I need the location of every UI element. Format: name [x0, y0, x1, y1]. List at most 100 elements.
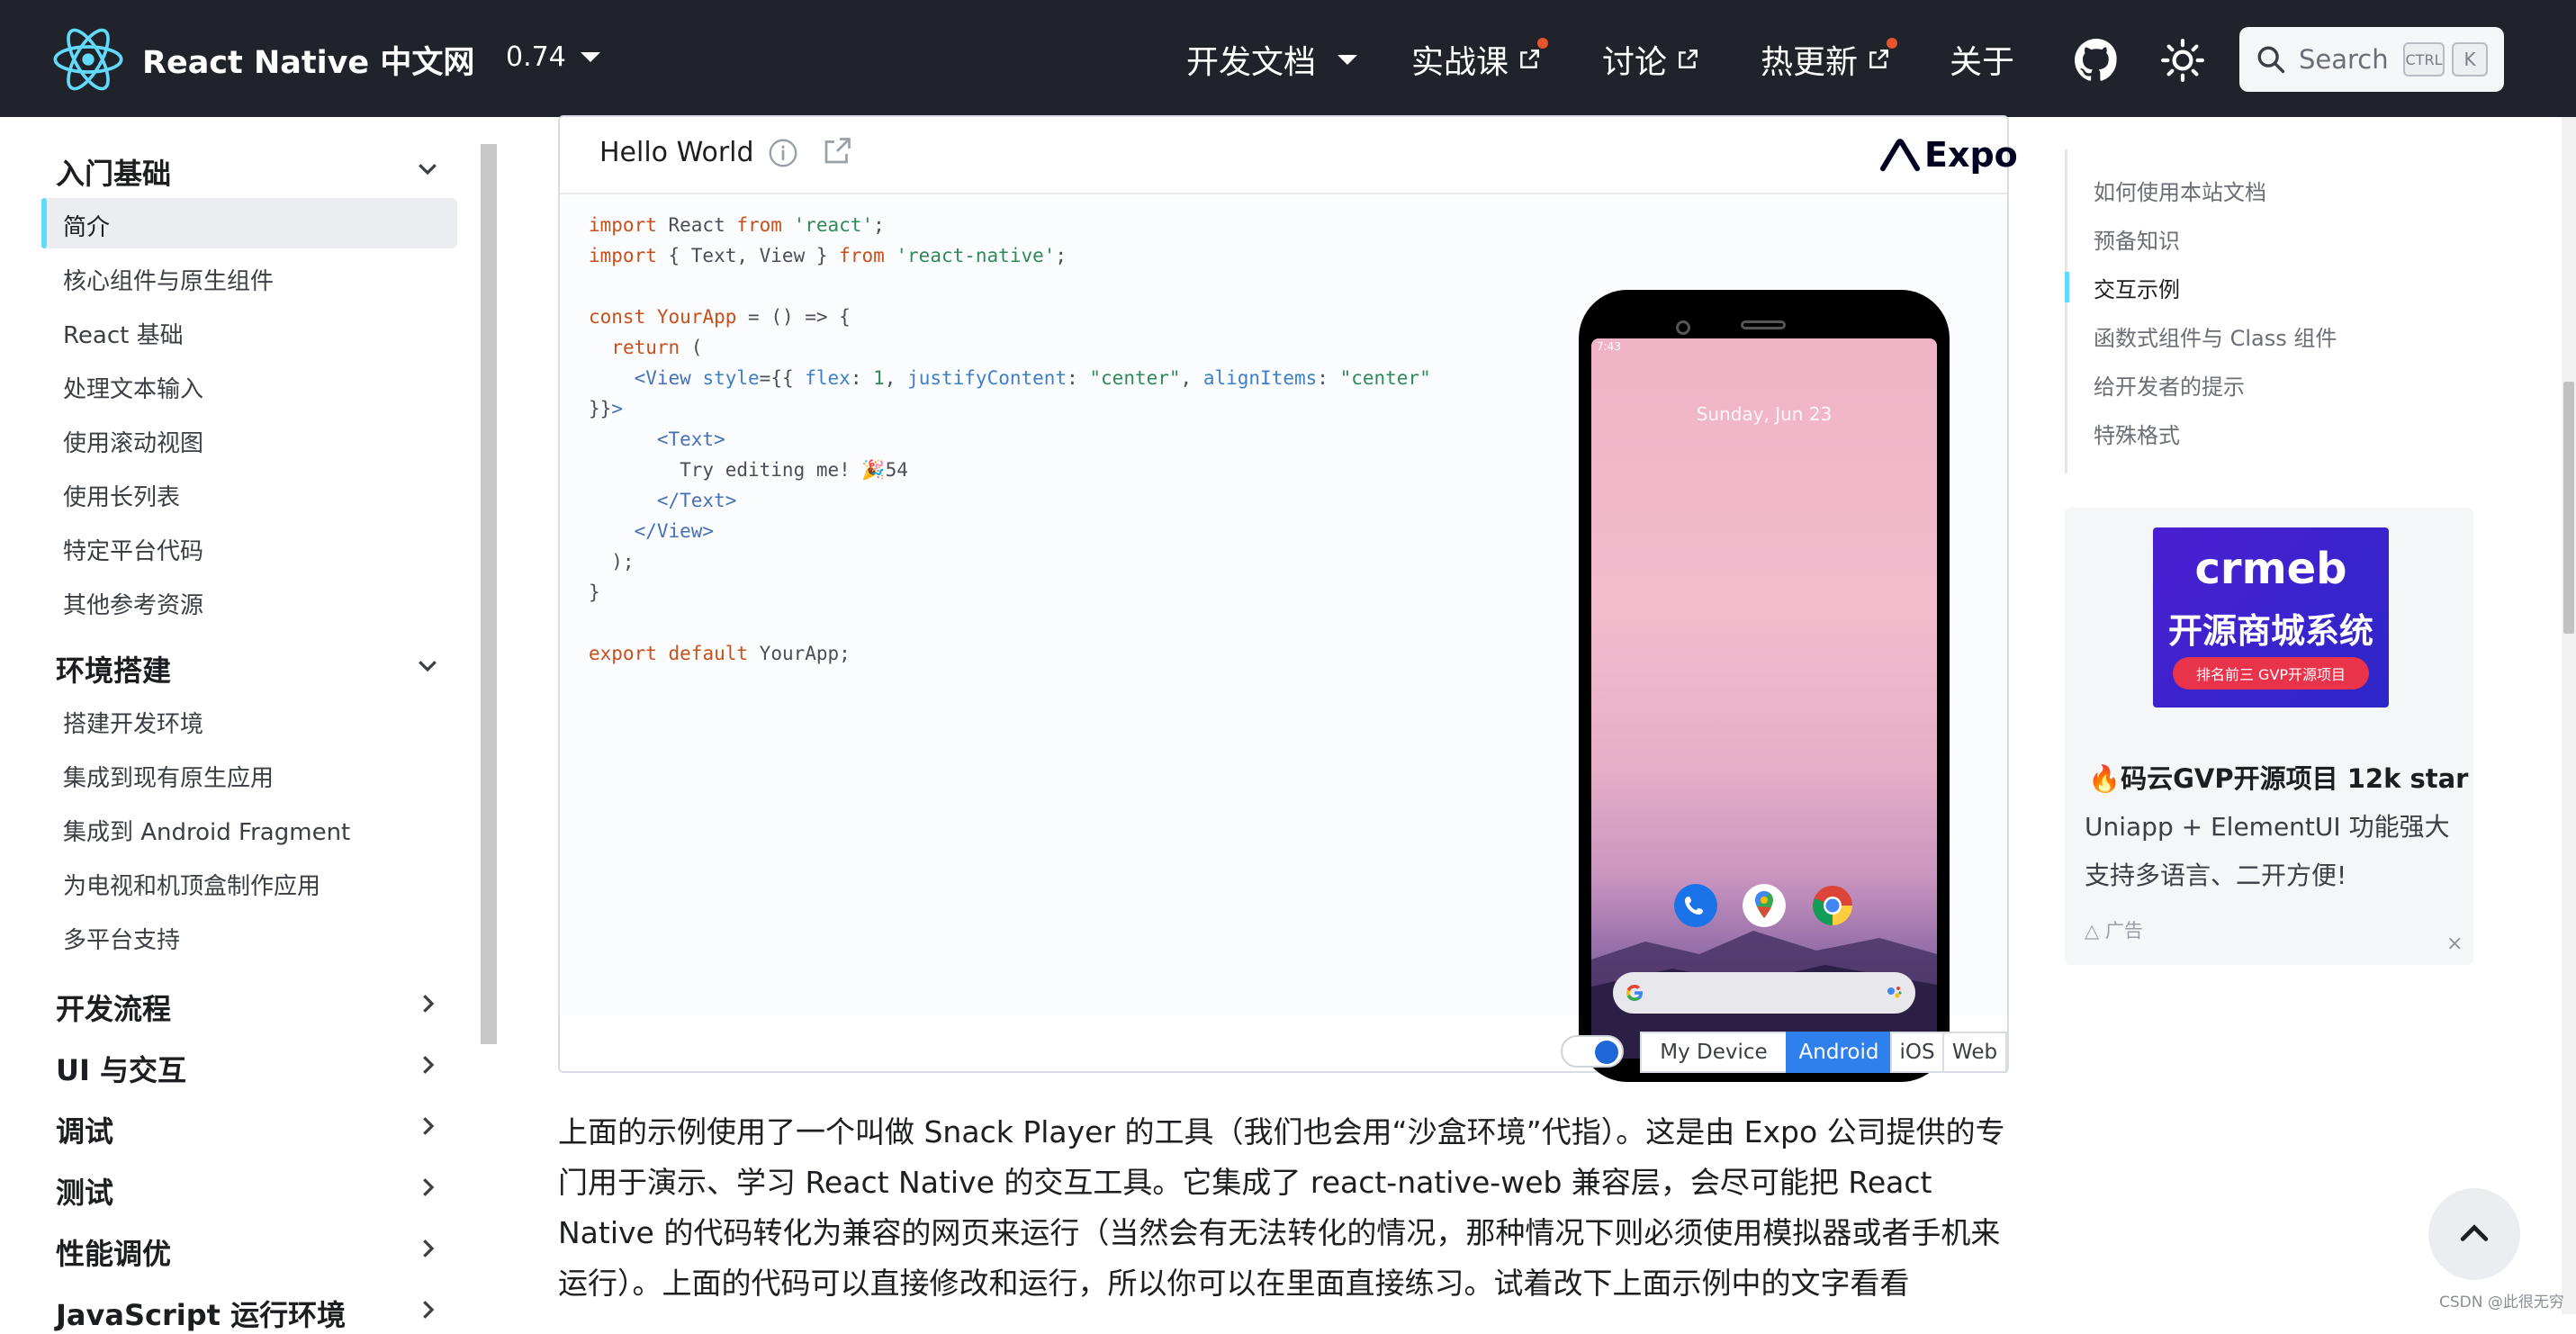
sidebar-section-js-runtime[interactable]: JavaScript 运行环境 [56, 1293, 346, 1334]
code-line: <View style={{ flex: 1, justifyContent: … [634, 367, 1431, 389]
ad-logo: crmeb [2194, 544, 2347, 594]
version-dropdown[interactable]: 0.74 [506, 41, 600, 73]
chevron-right-icon[interactable] [414, 1235, 441, 1262]
toc-item-active[interactable]: 交互示例 [2094, 272, 2180, 303]
nav-docs-dropdown[interactable]: 开发文档 [1186, 36, 1358, 83]
expo-logo[interactable]: Expo [1879, 133, 2018, 176]
info-icon[interactable] [767, 137, 799, 169]
sidebar-item[interactable]: 处理文本输入 [63, 371, 203, 404]
page-scrollbar-thumb[interactable] [2563, 382, 2574, 634]
search-button[interactable]: Search CTRL K [2239, 27, 2504, 92]
nav-hotupdate-link[interactable]: 热更新 [1761, 36, 1890, 83]
toc-rail [2065, 149, 2067, 473]
sidebar-item[interactable]: 核心组件与原生组件 [63, 263, 274, 296]
code-line: Try editing me! 🎉54 [589, 459, 908, 481]
github-icon[interactable] [2074, 38, 2119, 83]
speaker-icon [1741, 320, 1786, 329]
chevron-right-icon[interactable] [414, 1051, 441, 1078]
chevron-right-icon[interactable] [414, 990, 441, 1017]
sidebar-section-basics[interactable]: 入门基础 [56, 151, 171, 193]
snack-player: Hello World Expo import React from 'reac… [558, 115, 2018, 1082]
sidebar-item[interactable]: 搭建开发环境 [63, 706, 203, 739]
nav-discuss-link[interactable]: 讨论 [1602, 36, 1699, 83]
watermark: CSDN @此很无穷 [2439, 1293, 2564, 1311]
external-link-icon [1869, 50, 1888, 68]
kbd-k: K [2452, 42, 2488, 77]
lock-screen-date: Sunday, Jun 23 [1696, 403, 1833, 425]
nav-course-link[interactable]: 实战课 [1411, 36, 1541, 83]
chevron-right-icon[interactable] [414, 1174, 441, 1201]
sun-icon[interactable] [2160, 38, 2205, 83]
page-scrollbar-track[interactable] [2562, 117, 2576, 1314]
chevron-right-icon[interactable] [414, 1296, 441, 1323]
snack-header: Hello World Expo [560, 117, 2018, 194]
code-editor[interactable]: import React from 'react'; import { Text… [560, 196, 2007, 1082]
toc-item[interactable]: 特殊格式 [2094, 418, 2180, 449]
chevron-right-icon[interactable] [414, 1113, 441, 1140]
back-to-top-button[interactable] [2428, 1188, 2520, 1280]
code-line: }}> [589, 398, 623, 419]
ad-badge: 排名前三 GVP开源项目 [2173, 657, 2369, 690]
sidebar-section-setup[interactable]: 环境搭建 [56, 648, 171, 690]
sidebar-item[interactable]: 使用滚动视图 [63, 425, 203, 458]
expo-text: Expo [1924, 135, 2018, 175]
sidebar-section-performance[interactable]: 性能调优 [56, 1231, 171, 1273]
brand-link[interactable]: React Native 中文网 [52, 25, 474, 94]
platform-my-device[interactable]: My Device [1640, 1032, 1788, 1073]
sponsor-ad[interactable]: crmeb 开源商城系统 排名前三 GVP开源项目 🔥码云GVP开源项目 12k… [2065, 508, 2473, 965]
platform-ios[interactable]: iOS [1890, 1032, 1944, 1073]
snack-title: Hello World [599, 137, 754, 168]
sidebar-scrollbar[interactable] [481, 144, 497, 1044]
chevron-down-icon[interactable] [414, 155, 441, 182]
close-icon[interactable]: × [2446, 933, 2463, 955]
snack-footer: My Device Android iOS Web [560, 1032, 2007, 1073]
chrome-app-icon[interactable] [1811, 884, 1854, 927]
device-preview[interactable]: 7:43 Sunday, Jun 23 ◀ ● ■ [1579, 290, 1950, 1082]
preview-toggle[interactable] [1561, 1035, 1624, 1068]
sidebar-item[interactable]: 为电视和机顶盒制作应用 [63, 868, 320, 901]
platform-android[interactable]: Android [1786, 1032, 1892, 1073]
toc-item[interactable]: 给开发者的提示 [2094, 369, 2245, 401]
sidebar-section-workflow[interactable]: 开发流程 [56, 987, 171, 1028]
toc-item[interactable]: 函数式组件与 Class 组件 [2094, 320, 2337, 352]
code-line: import { Text, View } from 'react-native… [589, 245, 1067, 266]
ad-banner-image[interactable]: crmeb 开源商城系统 排名前三 GVP开源项目 [2153, 527, 2389, 708]
code-line: } [589, 581, 600, 603]
search-icon [2257, 46, 2285, 74]
chevron-down-icon[interactable] [414, 652, 441, 679]
nav-about-link[interactable]: 关于 [1950, 36, 2014, 83]
nav-hotupdate-label: 热更新 [1761, 44, 1859, 81]
search-label: Search [2299, 44, 2389, 75]
sidebar-item[interactable]: 使用长列表 [63, 479, 180, 512]
version-label: 0.74 [506, 41, 566, 73]
chevron-up-icon [2460, 1224, 2489, 1241]
toc-item[interactable]: 如何使用本站文档 [2094, 175, 2266, 206]
brand-title: React Native 中文网 [142, 44, 475, 81]
sidebar-section-testing[interactable]: 测试 [56, 1170, 113, 1212]
sidebar-item[interactable]: 集成到 Android Fragment [63, 814, 350, 847]
sidebar-item[interactable]: 多平台支持 [63, 922, 180, 955]
sidebar-item[interactable]: React 基础 [63, 317, 184, 350]
toc-item[interactable]: 预备知识 [2094, 223, 2180, 255]
phone-app-icon[interactable] [1674, 884, 1717, 927]
google-search-bar[interactable] [1613, 972, 1915, 1014]
maps-app-icon[interactable] [1743, 884, 1786, 927]
assistant-icon [1887, 987, 1902, 998]
external-link-icon [1520, 50, 1539, 68]
notification-dot [1887, 38, 1897, 49]
sidebar-item[interactable]: 集成到现有原生应用 [63, 760, 274, 793]
ad-label: △ 广告 [2085, 916, 2143, 943]
sidebar-section-debug[interactable]: 调试 [56, 1109, 113, 1150]
platform-web[interactable]: Web [1942, 1032, 2007, 1073]
sidebar-item-intro[interactable]: 简介 [63, 209, 110, 242]
intro-paragraph: 上面的示例使用了一个叫做 Snack Player 的工具（我们也会用“沙盒环境… [558, 1114, 2005, 1301]
react-logo-icon [53, 28, 123, 91]
device-screen[interactable]: 7:43 Sunday, Jun 23 ◀ ● ■ [1591, 338, 1937, 1059]
ad-title[interactable]: 🔥码云GVP开源项目 12k star [2088, 758, 2468, 796]
open-in-new-icon[interactable] [821, 135, 853, 167]
status-bar-time: 7:43 [1597, 340, 1621, 353]
sidebar-section-ui[interactable]: UI 与交互 [56, 1048, 186, 1089]
nav-docs-label: 开发文档 [1186, 44, 1317, 81]
sidebar-item[interactable]: 特定平台代码 [63, 533, 203, 566]
sidebar-item[interactable]: 其他参考资源 [63, 587, 203, 620]
